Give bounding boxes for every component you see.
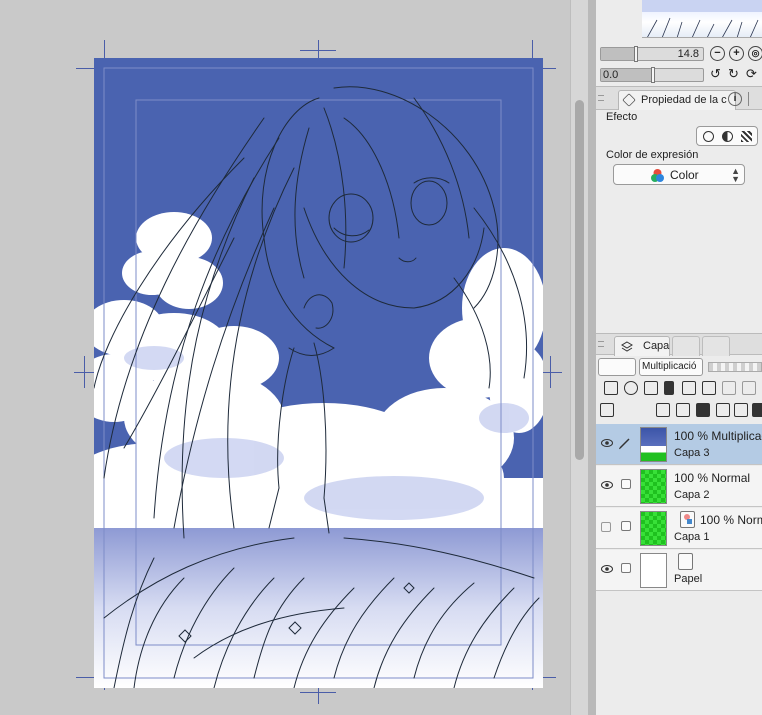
tab-history[interactable] [702, 336, 730, 356]
lock-transparent-icon[interactable] [682, 381, 696, 395]
new-raster-layer-icon[interactable] [656, 403, 670, 417]
new-vector-layer-icon[interactable] [676, 403, 690, 417]
paper-icon [678, 553, 693, 570]
combine-down-icon[interactable] [734, 403, 748, 417]
select-arrows-icon: ▲ ▼ [731, 166, 740, 184]
canvas-area[interactable] [0, 0, 570, 715]
artwork-illustration [94, 58, 543, 688]
mask-enable-icon[interactable] [702, 381, 716, 395]
crop-mark-left-v [84, 356, 85, 388]
layer-mode: 100 % Norm [700, 513, 762, 527]
zoom-out-icon[interactable]: − [710, 46, 725, 61]
crop-mark-right-v [550, 356, 551, 388]
layer-row-capa-2[interactable]: 100 % Normal Capa 2 [596, 466, 762, 507]
zoom-slider-row: 14.8 − + ◎ [600, 45, 762, 63]
layer-mode: 100 % Multiplicac [674, 429, 762, 443]
layer-color-box[interactable] [598, 358, 636, 376]
layer-thumbnail [640, 553, 667, 588]
panel-divider[interactable] [588, 0, 596, 715]
new-folder-icon[interactable] [696, 403, 710, 417]
layer-checkbox[interactable] [621, 521, 631, 531]
rotate-left-icon[interactable]: ↺ [710, 66, 721, 82]
layer-thumbnail [640, 469, 667, 504]
panel-settings-icon[interactable] [600, 403, 614, 417]
canvas-scrollbar-thumb[interactable] [575, 100, 584, 460]
layer-checkbox[interactable] [621, 563, 631, 573]
tab-layer[interactable]: Capa [614, 336, 670, 356]
expression-color-label: Color de expresión [606, 149, 699, 161]
layers-icon [621, 341, 633, 352]
navigator-preview[interactable] [642, 0, 762, 38]
layer-row-capa-1[interactable]: 100 % Norm Capa 1 [596, 508, 762, 549]
rotation-slider-row: 0.0 ↺ ↻ ⟳ [600, 66, 762, 84]
layer-row-capa-3[interactable]: 100 % Multiplicac Capa 3 [596, 424, 762, 465]
eye-icon[interactable] [601, 439, 613, 447]
layer-name: Papel [674, 573, 703, 585]
layer-thumbnail [640, 511, 667, 546]
clip-icon[interactable] [604, 381, 618, 395]
info-icon[interactable]: i [728, 92, 742, 106]
grass-field [94, 528, 543, 688]
ruler-icon[interactable] [722, 381, 736, 395]
property-panel-grip-icon[interactable] [598, 95, 604, 101]
pencil-icon [619, 438, 630, 450]
zoom-slider-fill [601, 48, 636, 60]
opacity-slider[interactable] [708, 362, 762, 372]
tab-auto-action[interactable] [672, 336, 700, 356]
property-panel-tabbar: Propiedad de la c i [596, 86, 762, 110]
zoom-in-icon[interactable]: + [729, 46, 744, 61]
panel-menu-icon[interactable] [748, 92, 762, 106]
transfer-down-icon[interactable] [716, 403, 730, 417]
crop-mark-top-h [300, 50, 336, 51]
hidden-eye-icon[interactable] [601, 522, 611, 532]
eye-icon[interactable] [601, 565, 613, 573]
color-mask-icon [680, 511, 695, 528]
zoom-value: 14.8 [677, 48, 699, 60]
zoom-fit-icon[interactable]: ◎ [748, 46, 762, 61]
blend-mode-select[interactable]: Multiplicació [639, 358, 703, 376]
draft-icon[interactable] [644, 381, 658, 395]
rotation-slider[interactable]: 0.0 [600, 67, 704, 83]
effect-label: Efecto [606, 111, 638, 123]
reset-rotation-icon[interactable]: ⟳ [746, 66, 757, 82]
rotation-slider-knob[interactable] [651, 67, 655, 83]
expression-color-select[interactable]: Color ▲ ▼ [613, 164, 745, 185]
layer-checkbox[interactable] [621, 479, 631, 489]
tone-effect-icon[interactable] [722, 131, 733, 142]
layer-row-papel[interactable]: Papel [596, 550, 762, 591]
layer-panel-grip-icon[interactable] [598, 341, 604, 347]
eye-icon[interactable] [601, 481, 613, 489]
rotate-right-icon[interactable]: ↻ [728, 66, 739, 82]
effect-buttons [696, 126, 758, 146]
navigator-preview-image [642, 0, 762, 37]
zoom-slider[interactable]: 14.8 [600, 46, 704, 62]
border-effect-icon[interactable] [703, 131, 714, 142]
delete-layer-icon[interactable] [752, 403, 762, 417]
layer-name: Capa 2 [674, 489, 710, 501]
crop-mark-bottom-h [300, 692, 336, 693]
color-circles-icon [651, 169, 664, 182]
disable-mask-icon[interactable] [742, 381, 756, 395]
layer-name: Capa 1 [674, 531, 710, 543]
tab-tool-property-label: Propiedad de la c [641, 94, 727, 106]
rotation-value: 0.0 [603, 69, 619, 81]
layer-property-icon [622, 93, 636, 107]
tab-tool-property[interactable]: Propiedad de la c [618, 90, 736, 110]
layer-tool-row-1 [596, 378, 762, 400]
layer-mode: 100 % Normal [674, 471, 751, 485]
tab-layer-label: Capa [643, 340, 670, 352]
layer-tool-row-2 [596, 400, 762, 422]
canvas-scrollbar[interactable] [570, 0, 588, 715]
zoom-slider-knob[interactable] [634, 46, 638, 62]
blend-row: Multiplicació [596, 356, 762, 378]
expression-color-value: Color [670, 168, 699, 182]
layer-name: Capa 3 [674, 447, 710, 459]
layer-panel-tabbar: Capa [596, 333, 762, 356]
right-panel: 14.8 − + ◎ 0.0 ↺ ↻ ⟳ Propiedad de la c i… [596, 0, 762, 715]
artwork-canvas[interactable] [94, 58, 543, 688]
layer-thumbnail [640, 427, 667, 462]
lock-icon[interactable] [664, 381, 674, 395]
texture-effect-icon[interactable] [741, 131, 752, 142]
reference-icon[interactable] [624, 381, 638, 395]
